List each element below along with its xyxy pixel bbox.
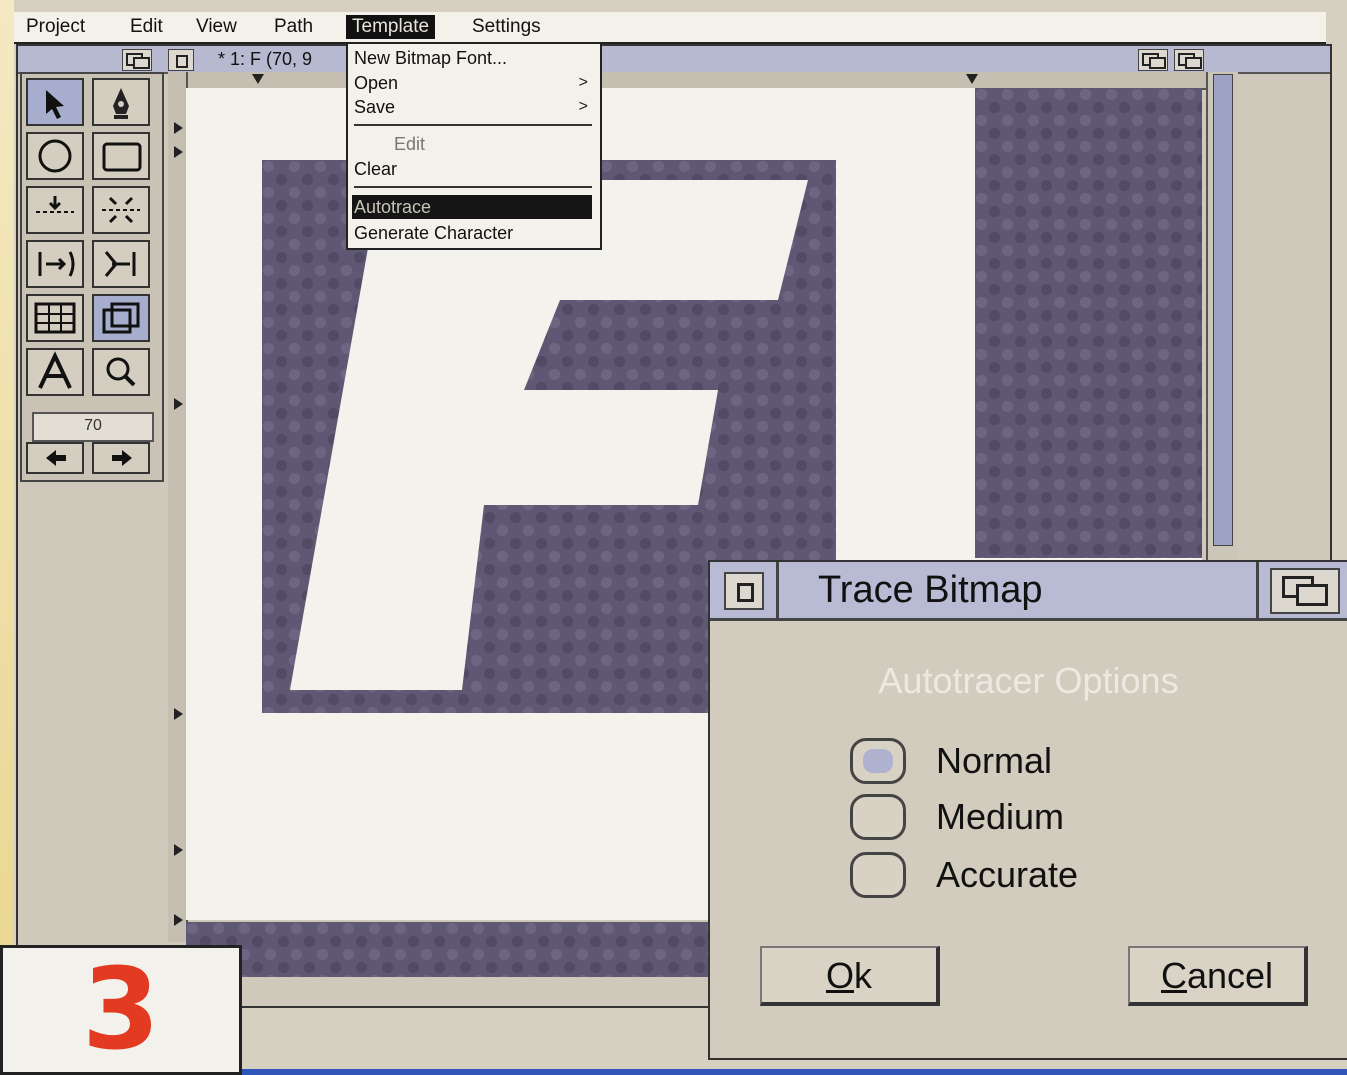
ruler-marker[interactable] (174, 844, 183, 856)
ruler-marker-right[interactable] (966, 74, 978, 84)
menu-view[interactable]: View (190, 15, 243, 39)
template-menu-dropdown: New Bitmap Font... Open > Save > Edit Cl… (346, 42, 602, 250)
radio-label-accurate: Accurate (936, 854, 1079, 895)
join-arrow-icon (104, 251, 136, 277)
ok-label-rest: k (854, 955, 872, 996)
ellipse-tool[interactable] (26, 132, 84, 180)
menu-item-edit: Edit (394, 134, 426, 154)
magnify-tool[interactable] (92, 348, 150, 396)
dialog-depth-icon[interactable] (1270, 568, 1340, 614)
ok-button[interactable]: Ok (760, 946, 940, 1006)
next-character-button[interactable] (92, 442, 150, 474)
menu-settings[interactable]: Settings (466, 15, 547, 39)
window-title: * 1: F (70, 9 (218, 49, 313, 69)
trace-bitmap-dialog: Trace Bitmap Autotracer Options Normal M… (708, 560, 1347, 1060)
step-number-badge: 3 (0, 945, 242, 1075)
window-iconify-icon[interactable] (122, 49, 152, 71)
radio-normal[interactable] (850, 738, 906, 784)
zoom-value-field[interactable]: 70 (32, 412, 154, 442)
radio-label-normal: Normal (936, 740, 1053, 781)
split-points-tool[interactable] (92, 186, 150, 234)
scrollbar-thumb[interactable] (1213, 74, 1233, 546)
layers-icon (102, 302, 140, 334)
menu-separator (354, 186, 592, 188)
cancel-mnemonic: C (1160, 955, 1187, 996)
split-arrow-icon (102, 196, 140, 224)
radio-accurate[interactable] (850, 852, 906, 898)
window-zoom-icon[interactable] (1138, 49, 1168, 71)
magnifier-icon (106, 357, 136, 387)
menu-item-autotrace[interactable]: Autotrace (354, 196, 431, 218)
menu-separator (354, 124, 592, 126)
cancel-button[interactable]: Cancel (1128, 946, 1308, 1006)
submenu-arrow-icon: > (578, 74, 588, 91)
titlebar-divider (776, 562, 779, 618)
rectangle-icon (102, 142, 142, 172)
text-tool[interactable] (26, 348, 84, 396)
vertical-ruler[interactable] (168, 72, 188, 942)
select-arrow-tool[interactable] (26, 78, 84, 126)
ruler-marker[interactable] (174, 708, 183, 720)
letter-a-icon (38, 351, 72, 389)
window-depth-icon[interactable] (1174, 49, 1204, 71)
radio-medium[interactable] (850, 794, 906, 840)
menu-edit[interactable]: Edit (124, 15, 169, 39)
toolbox-panel: 70 (20, 72, 164, 482)
titlebar-divider (1256, 562, 1259, 618)
pen-nib-icon (113, 88, 129, 119)
grid-icon (34, 302, 76, 334)
menu-path[interactable]: Path (268, 15, 319, 39)
arrow-right-icon (112, 450, 132, 466)
dialog-title: Trace Bitmap (818, 569, 1043, 611)
ruler-marker-left[interactable] (252, 74, 264, 84)
ruler-marker[interactable] (174, 398, 183, 410)
prev-character-button[interactable] (26, 442, 84, 474)
ruler-marker[interactable] (174, 146, 183, 158)
menu-item-save[interactable]: Save (354, 96, 395, 118)
join-tool[interactable] (92, 240, 150, 288)
cancel-label-rest: ancel (1186, 955, 1274, 996)
pen-tool[interactable] (92, 78, 150, 126)
merge-arrow-icon (36, 196, 74, 213)
left-edge-strip (0, 0, 14, 1069)
menu-item-generate-character[interactable]: Generate Character (354, 222, 513, 244)
ruler-marker[interactable] (174, 122, 183, 134)
menu-template[interactable]: Template (346, 15, 436, 39)
arrow-left-icon (46, 450, 66, 466)
rectangle-tool[interactable] (92, 132, 150, 180)
menu-item-open[interactable]: Open (354, 72, 398, 94)
window-titlebar[interactable]: * 1: F (70, 9 (18, 46, 1330, 74)
grid-tool[interactable] (26, 294, 84, 342)
menu-item-clear[interactable]: Clear (354, 158, 397, 180)
submenu-arrow-icon: > (578, 98, 588, 115)
step-number: 3 (82, 945, 160, 1075)
layers-tool[interactable] (92, 294, 150, 342)
ruler-marker[interactable] (174, 914, 183, 926)
menu-bar: Project Edit View Path Template Settings (14, 12, 1326, 44)
ok-mnemonic: O (825, 955, 854, 996)
autotracer-options-heading: Autotracer Options (878, 660, 1179, 701)
circle-icon (38, 139, 72, 173)
template-preview-pattern (975, 88, 1202, 558)
radio-label-medium: Medium (936, 796, 1065, 837)
menu-project[interactable]: Project (20, 15, 91, 39)
menu-item-new-bitmap-font[interactable]: New Bitmap Font... (354, 47, 507, 69)
window-close-icon[interactable] (168, 49, 194, 71)
bracket-arrow-icon (38, 251, 75, 277)
arrow-icon (46, 90, 64, 119)
merge-points-tool[interactable] (26, 186, 84, 234)
extend-tool[interactable] (26, 240, 84, 288)
dialog-close-icon[interactable] (724, 572, 764, 610)
dialog-titlebar[interactable]: Trace Bitmap (710, 562, 1347, 621)
